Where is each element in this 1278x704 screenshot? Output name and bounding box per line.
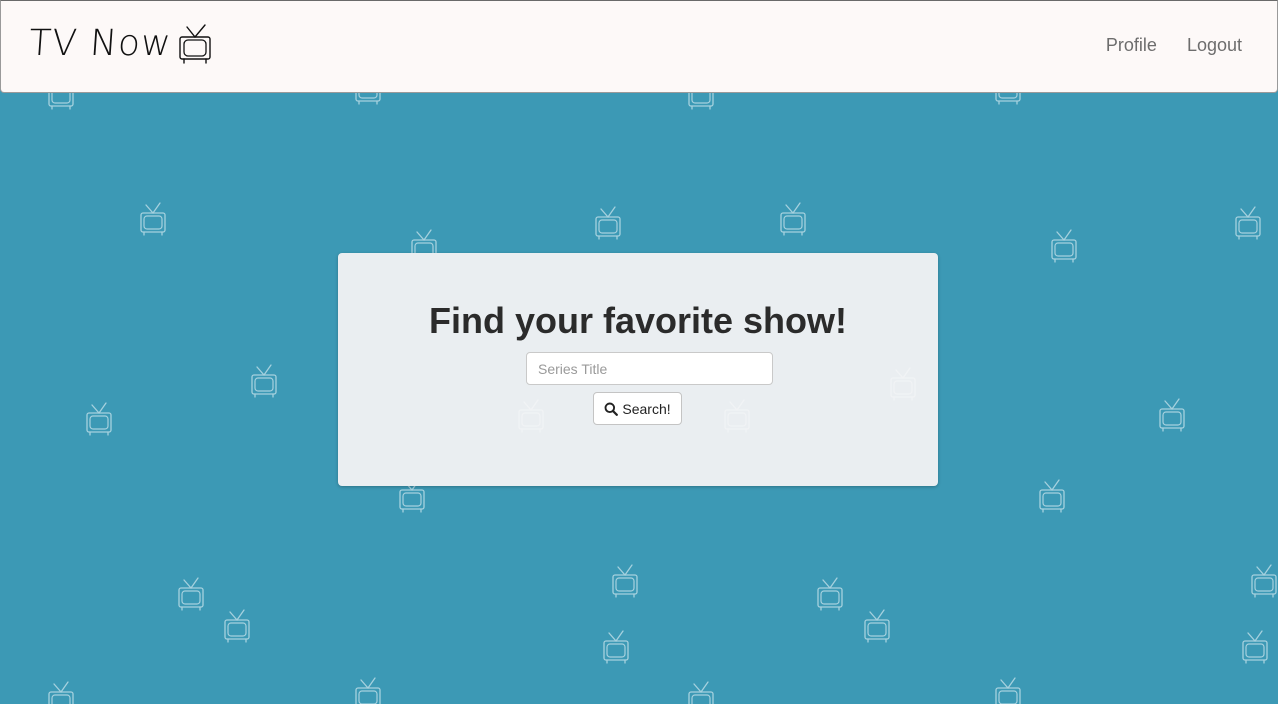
tv-icon (222, 609, 252, 645)
tv-icon (778, 202, 808, 238)
search-icon (604, 402, 619, 416)
nav-links: Profile Logout (1106, 35, 1242, 56)
tv-icon (138, 202, 168, 238)
tv-icon (84, 402, 114, 438)
tv-icon (1037, 479, 1067, 515)
tv-icon (993, 677, 1023, 704)
tv-icon (1157, 398, 1187, 434)
tv-icon (179, 24, 212, 64)
search-button-label: Search! (622, 400, 671, 417)
tv-icon (1049, 229, 1079, 265)
tv-icon (1233, 206, 1263, 242)
tv-icon (815, 577, 845, 613)
tv-icon (1240, 630, 1270, 666)
tv-icon (249, 364, 279, 400)
top-navbar: TV Now Profile Logout (0, 0, 1278, 93)
brand-logo[interactable]: TV Now (27, 21, 213, 67)
tv-icon (722, 399, 752, 435)
tv-icon (516, 399, 546, 435)
search-card-title: Find your favorite show! (428, 300, 848, 341)
tv-icon (610, 564, 640, 600)
tv-icon (888, 367, 918, 403)
search-button[interactable]: Search! (593, 392, 682, 425)
tv-icon (353, 677, 383, 704)
tv-icon (601, 630, 631, 666)
nav-logout-link[interactable]: Logout (1187, 35, 1242, 56)
series-title-input[interactable] (526, 352, 773, 385)
brand-title: TV Now (27, 23, 173, 64)
tv-icon (46, 681, 76, 704)
tv-icon (862, 609, 892, 645)
nav-profile-link[interactable]: Profile (1106, 35, 1157, 56)
tv-icon (1249, 564, 1278, 600)
search-card: Find your favorite show! Search! (338, 253, 938, 486)
tv-icon (176, 577, 206, 613)
tv-icon (686, 681, 716, 704)
tv-icon (593, 206, 623, 242)
